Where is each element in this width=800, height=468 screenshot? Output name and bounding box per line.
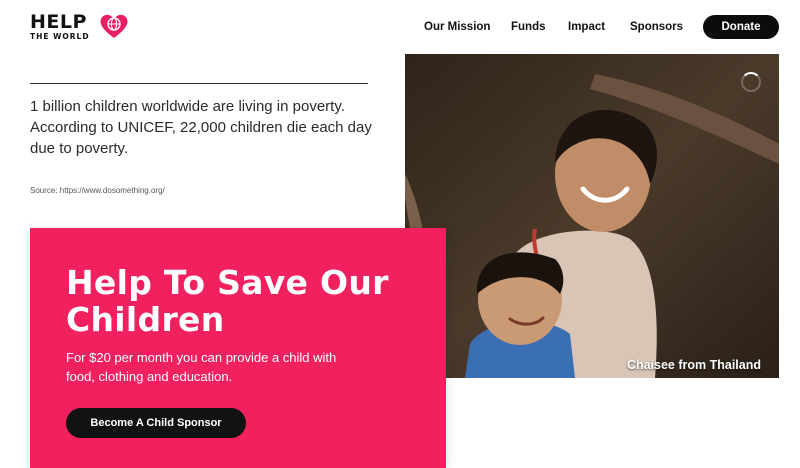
children-photo-illustration xyxy=(405,54,779,378)
donate-button[interactable]: Donate xyxy=(703,15,779,39)
logo-primary-text: HELP xyxy=(30,11,87,33)
divider xyxy=(30,83,368,84)
nav-our-mission[interactable]: Our Mission xyxy=(424,20,490,34)
become-sponsor-button[interactable]: Become A Child Sponsor xyxy=(66,408,246,438)
hero-photo: Chaisee from Thailand xyxy=(405,54,779,378)
stat-line-1: 1 billion children worldwide are living … xyxy=(30,98,345,115)
sponsor-card: Help To Save Our Children For $20 per mo… xyxy=(30,228,446,468)
loading-spinner-icon xyxy=(741,72,761,92)
stat-line-2: According to UNICEF, 22,000 children die… xyxy=(30,119,372,157)
nav-sponsors[interactable]: Sponsors xyxy=(630,20,683,34)
source-citation: Source: https://www.dosomething.org/ xyxy=(30,186,165,195)
photo-caption: Chaisee from Thailand xyxy=(626,358,761,372)
nav-impact[interactable]: Impact xyxy=(568,20,605,34)
poverty-stats: 1 billion children worldwide are living … xyxy=(30,96,380,159)
card-title: Help To Save Our Children xyxy=(66,263,389,339)
card-description: For $20 per month you can provide a chil… xyxy=(66,350,337,384)
site-logo[interactable]: HELP THE WORLD xyxy=(30,12,140,44)
heart-globe-icon xyxy=(100,14,128,38)
logo-secondary-text: THE WORLD xyxy=(30,32,90,41)
nav-funds[interactable]: Funds xyxy=(511,20,546,34)
